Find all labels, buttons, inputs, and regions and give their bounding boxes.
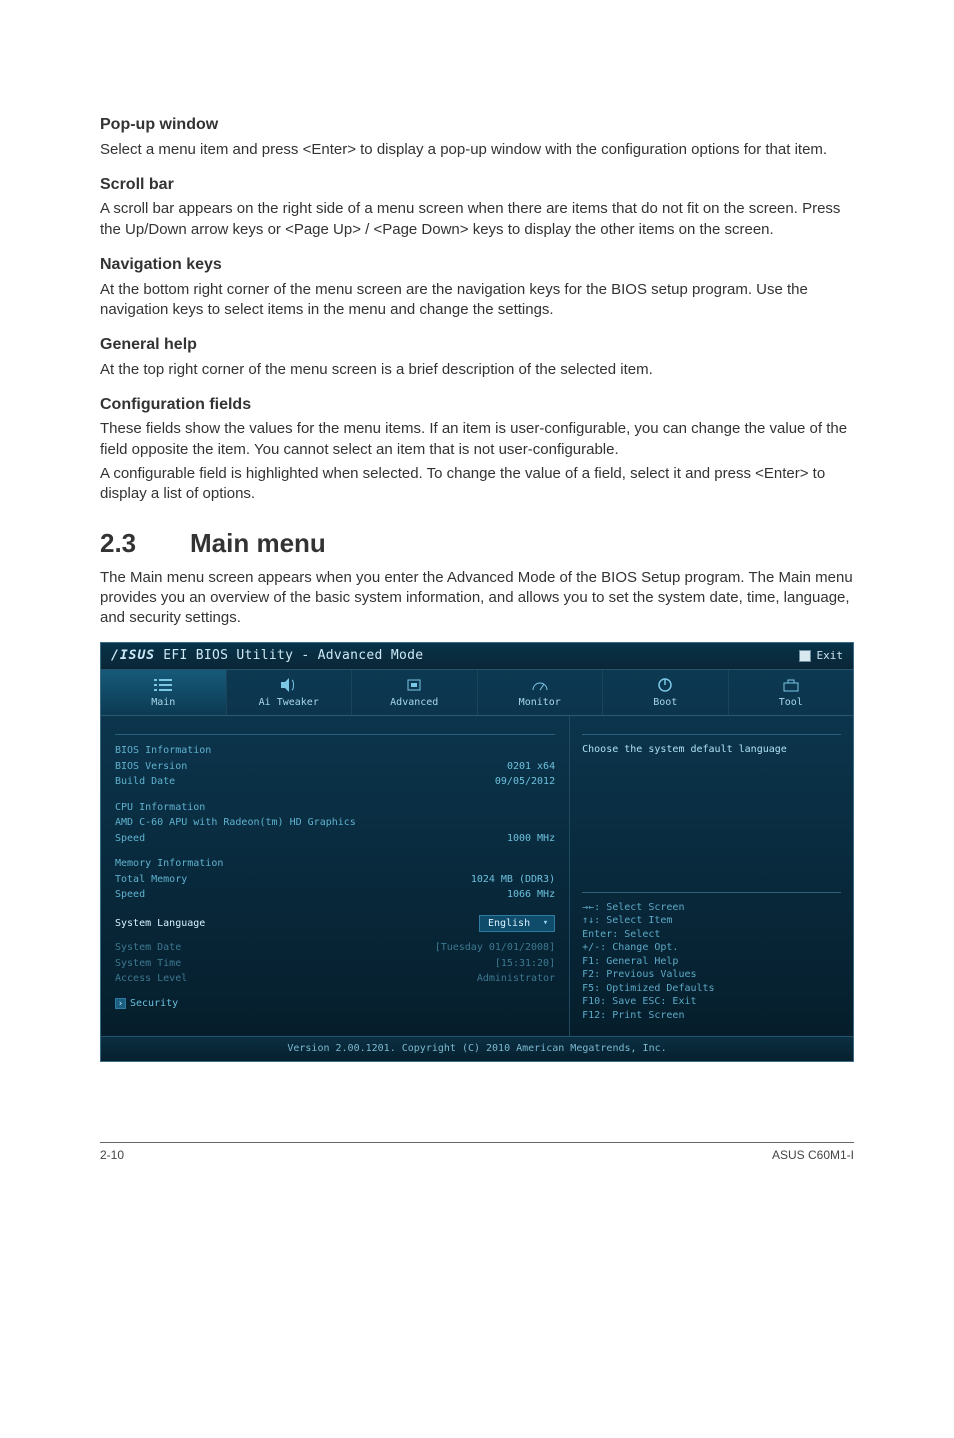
tab-label: Monitor bbox=[519, 696, 561, 710]
bios-info-heading: BIOS Information bbox=[115, 744, 211, 758]
page-footer: 2-10 ASUS C60M1-I bbox=[100, 1142, 854, 1163]
bios-titlebar: /ISUS EFI BIOS Utility - Advanced Mode E… bbox=[101, 643, 853, 670]
mem-info-heading: Memory Information bbox=[115, 857, 223, 871]
list-icon bbox=[153, 678, 173, 692]
tab-monitor[interactable]: Monitor bbox=[478, 670, 604, 716]
tab-ai-tweaker[interactable]: Ai Tweaker bbox=[227, 670, 353, 716]
main-menu-title: Main menu bbox=[190, 528, 326, 558]
bios-title-rest: EFI BIOS Utility - Advanced Mode bbox=[155, 648, 423, 663]
cpu-speed-label: Speed bbox=[115, 832, 145, 846]
navigation-keys: →←: Select Screen ↑↓: Select Item Enter:… bbox=[582, 888, 841, 1023]
help-body: At the top right corner of the menu scre… bbox=[100, 360, 854, 380]
bios-footer: Version 2.00.1201. Copyright (C) 2010 Am… bbox=[101, 1036, 853, 1061]
popup-body: Select a menu item and press <Enter> to … bbox=[100, 140, 854, 160]
nav-key-line: Enter: Select bbox=[582, 928, 841, 942]
bios-right-panel: Choose the system default language →←: S… bbox=[569, 716, 853, 1036]
tab-label: Ai Tweaker bbox=[259, 696, 319, 710]
page-number: 2-10 bbox=[100, 1147, 124, 1163]
access-level-value: Administrator bbox=[477, 972, 555, 986]
exit-button[interactable]: Exit bbox=[799, 649, 844, 664]
product-name: ASUS C60M1-I bbox=[772, 1147, 854, 1163]
build-date-label: Build Date bbox=[115, 775, 175, 789]
system-language-row[interactable]: System Language English bbox=[115, 913, 555, 935]
tab-advanced[interactable]: Advanced bbox=[352, 670, 478, 716]
power-icon bbox=[655, 678, 675, 692]
memory-information-group: Memory Information Total Memory 1024 MB (… bbox=[115, 856, 555, 903]
system-date-label: System Date bbox=[115, 941, 181, 955]
bios-title: /ISUS EFI BIOS Utility - Advanced Mode bbox=[111, 647, 423, 665]
nav-key-line: F10: Save ESC: Exit bbox=[582, 995, 841, 1009]
toolbox-icon bbox=[781, 678, 801, 692]
divider bbox=[582, 892, 841, 893]
bios-body: BIOS Information BIOS Version 0201 x64 Bu… bbox=[101, 716, 853, 1036]
nav-key-line: +/-: Change Opt. bbox=[582, 941, 841, 955]
nav-key-line: →←: Select Screen bbox=[582, 901, 841, 915]
speaker-icon bbox=[279, 678, 299, 692]
chip-icon bbox=[404, 678, 424, 692]
cpu-speed-value: 1000 MHz bbox=[507, 832, 555, 846]
config-body-1: These fields show the values for the men… bbox=[100, 419, 854, 460]
system-time-label: System Time bbox=[115, 957, 181, 971]
bios-screenshot: /ISUS EFI BIOS Utility - Advanced Mode E… bbox=[100, 642, 854, 1062]
nav-key-line: F2: Previous Values bbox=[582, 968, 841, 982]
cpu-information-group: CPU Information AMD C-60 APU with Radeon… bbox=[115, 800, 555, 847]
security-row[interactable]: › Security bbox=[115, 997, 555, 1011]
help-text: Choose the system default language bbox=[582, 743, 841, 757]
cpu-info-heading: CPU Information bbox=[115, 801, 205, 815]
tab-main[interactable]: Main bbox=[101, 670, 227, 716]
navkeys-heading: Navigation keys bbox=[100, 254, 854, 276]
total-memory-value: 1024 MB (DDR3) bbox=[471, 873, 555, 887]
scroll-heading: Scroll bar bbox=[100, 174, 854, 196]
system-time-row[interactable]: System Time [15:31:20] bbox=[115, 956, 555, 972]
system-time-value: [15:31:20] bbox=[495, 957, 555, 971]
main-menu-heading: 2.3Main menu bbox=[100, 526, 854, 561]
main-menu-number: 2.3 bbox=[100, 526, 190, 561]
mem-speed-value: 1066 MHz bbox=[507, 888, 555, 902]
gauge-icon bbox=[530, 678, 550, 692]
config-heading: Configuration fields bbox=[100, 394, 854, 416]
popup-heading: Pop-up window bbox=[100, 114, 854, 136]
bios-version-value: 0201 x64 bbox=[507, 760, 555, 774]
tab-label: Advanced bbox=[390, 696, 438, 710]
bios-brand: /ISUS bbox=[111, 648, 155, 663]
exit-icon bbox=[799, 650, 811, 662]
access-level-row: Access Level Administrator bbox=[115, 971, 555, 987]
divider bbox=[115, 734, 555, 735]
scroll-body: A scroll bar appears on the right side o… bbox=[100, 199, 854, 240]
main-menu-body: The Main menu screen appears when you en… bbox=[100, 568, 854, 629]
tab-label: Boot bbox=[653, 696, 677, 710]
bios-left-panel: BIOS Information BIOS Version 0201 x64 Bu… bbox=[101, 716, 569, 1036]
nav-key-line: F12: Print Screen bbox=[582, 1009, 841, 1023]
tab-tool[interactable]: Tool bbox=[729, 670, 854, 716]
mem-speed-label: Speed bbox=[115, 888, 145, 902]
bios-version-label: BIOS Version bbox=[115, 760, 187, 774]
nav-key-line: F5: Optimized Defaults bbox=[582, 982, 841, 996]
divider bbox=[582, 734, 841, 735]
system-language-label: System Language bbox=[115, 917, 205, 931]
total-memory-label: Total Memory bbox=[115, 873, 187, 887]
tab-label: Tool bbox=[779, 696, 803, 710]
access-level-label: Access Level bbox=[115, 972, 187, 986]
nav-key-line: ↑↓: Select Item bbox=[582, 914, 841, 928]
tab-boot[interactable]: Boot bbox=[603, 670, 729, 716]
build-date-value: 09/05/2012 bbox=[495, 775, 555, 789]
bios-information-group: BIOS Information BIOS Version 0201 x64 Bu… bbox=[115, 743, 555, 790]
tab-label: Main bbox=[151, 696, 175, 710]
security-label: Security bbox=[130, 997, 178, 1011]
navkeys-body: At the bottom right corner of the menu s… bbox=[100, 280, 854, 321]
system-date-row[interactable]: System Date [Tuesday 01/01/2008] bbox=[115, 940, 555, 956]
help-heading: General help bbox=[100, 334, 854, 356]
cpu-name: AMD C-60 APU with Radeon(tm) HD Graphics bbox=[115, 816, 356, 830]
system-language-select[interactable]: English bbox=[479, 915, 555, 933]
config-body-2: A configurable field is highlighted when… bbox=[100, 464, 854, 505]
exit-label: Exit bbox=[817, 649, 844, 664]
nav-key-line: F1: General Help bbox=[582, 955, 841, 969]
chevron-right-icon: › bbox=[115, 998, 126, 1009]
system-date-value: [Tuesday 01/01/2008] bbox=[435, 941, 555, 955]
bios-tabs: Main Ai Tweaker Advanced Monitor Boot bbox=[101, 670, 853, 717]
